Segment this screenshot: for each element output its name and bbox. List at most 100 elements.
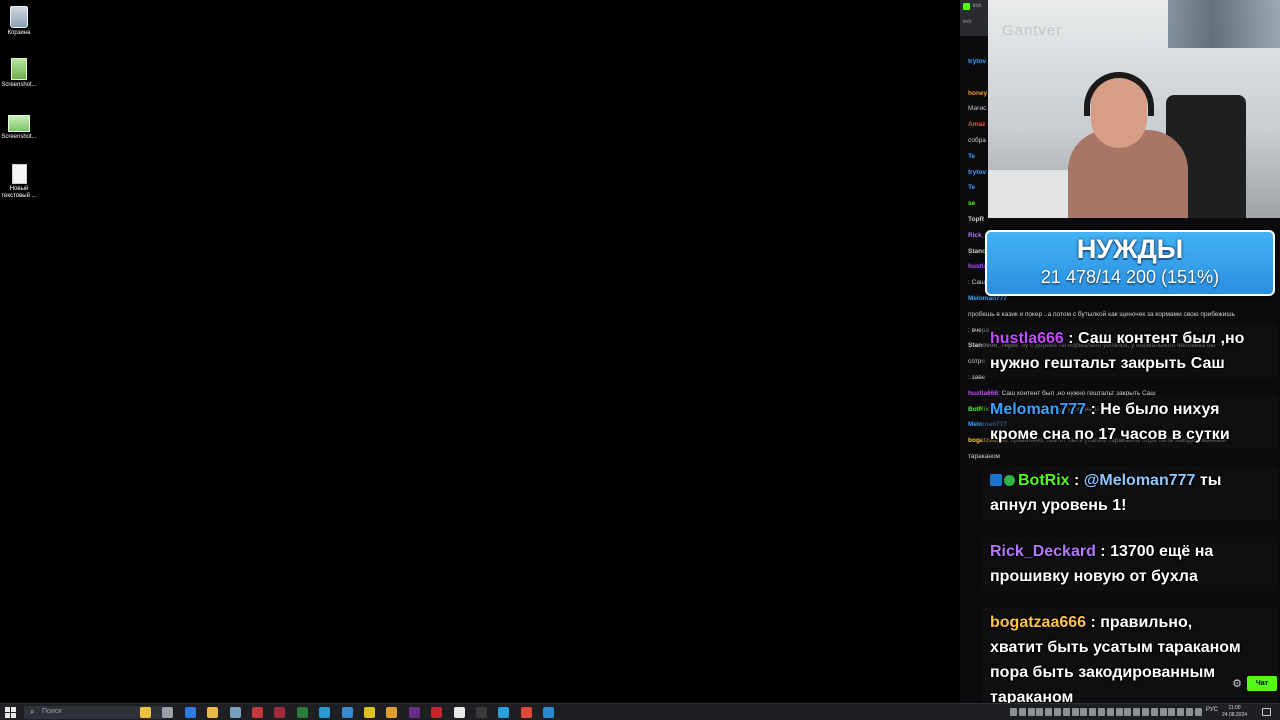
tray-icon[interactable] — [1186, 708, 1193, 716]
desktop-icon-label: Корзина — [7, 30, 31, 36]
chat-feed-username[interactable]: Te — [968, 184, 975, 191]
desktop-icon-screenshot-1[interactable]: Screenshot... — [0, 58, 38, 89]
app-blue-icon[interactable] — [543, 707, 555, 718]
wall-logo-text: Gantver — [1002, 22, 1063, 39]
taskbar: ⌕ Поиск РУС 11:00 24.08.2024 — [0, 703, 1280, 720]
overlay-username: BotRix — [1018, 472, 1070, 489]
explorer-icon[interactable] — [207, 707, 219, 718]
headset — [1084, 72, 1154, 116]
tray-icon[interactable] — [1150, 708, 1158, 716]
tray-icon[interactable] — [1062, 708, 1070, 716]
browser-tab[interactable]: kick — [973, 3, 982, 9]
overlay-username: hustla666 — [990, 330, 1064, 347]
windows-start-icon[interactable] — [5, 707, 16, 718]
overlay-text: 13700 ещё на — [1110, 543, 1214, 560]
browser-icon[interactable] — [184, 707, 196, 718]
folder-icon[interactable] — [386, 707, 398, 718]
overlay-text: ты — [1199, 472, 1222, 489]
overlay-line: нужно гештальт закрыть Саш — [990, 355, 1225, 372]
tray-icon[interactable] — [1054, 708, 1061, 716]
overlay-username: bogatzaa666 — [990, 614, 1087, 631]
tray-icon[interactable] — [1115, 708, 1123, 716]
tray-icon[interactable] — [1177, 708, 1185, 716]
tray-icon[interactable] — [1027, 708, 1035, 716]
language-indicator[interactable]: РУС — [1206, 707, 1218, 713]
app-yellow-icon[interactable] — [364, 707, 375, 718]
chat-feed-text: собра — [968, 136, 986, 144]
terminal-icon[interactable] — [296, 707, 308, 718]
desktop-icon-recycle-bin[interactable]: Корзина — [0, 6, 38, 37]
tray-icon[interactable] — [1080, 708, 1088, 716]
chat-feed-line: Meloman777 — [960, 295, 1280, 311]
tray-icon[interactable] — [1010, 708, 1017, 716]
copilot-icon[interactable] — [140, 707, 151, 718]
chat-feed-username[interactable]: trytov — [968, 58, 986, 65]
chat-feed-username[interactable]: honey — [968, 90, 987, 97]
chat-send-button[interactable]: Чат — [1247, 676, 1277, 691]
overlay-message: BotRix : @Meloman777 ты апнул уровень 1! — [982, 466, 1278, 520]
overlay-line: BotRix : @Meloman777 ты — [990, 468, 1272, 493]
notepad-icon[interactable] — [341, 707, 353, 718]
search-icon: ⌕ — [30, 707, 35, 716]
tray-icon[interactable] — [1098, 708, 1105, 716]
overlay-line: bogatzaa666 : правильно, — [990, 614, 1193, 631]
tray-icon[interactable] — [1071, 708, 1079, 716]
taskbar-clock[interactable]: 11:00 24.08.2024 — [1222, 705, 1247, 719]
overlay-message: Meloman777 : Не было нихуя кроме сна по … — [982, 395, 1278, 449]
overlay-message: Rick_Deckard : 13700 ещё на прошивку нов… — [982, 537, 1278, 591]
tray-icon[interactable] — [1036, 708, 1044, 716]
gear-icon[interactable]: ⚙ — [1231, 678, 1243, 690]
app-64-icon[interactable] — [252, 707, 263, 718]
text-file-icon — [11, 164, 27, 184]
overlay-line: прошивку новую от бухла — [990, 568, 1198, 585]
tray-icon[interactable] — [1089, 708, 1097, 716]
tray-icon[interactable] — [1018, 708, 1026, 716]
tray-icon[interactable] — [1168, 708, 1176, 716]
edge-icon[interactable] — [319, 707, 331, 718]
task-view-icon[interactable] — [162, 707, 174, 718]
address-bar[interactable]: kick — [963, 19, 972, 25]
desktop-icon-label: Screenshot... — [1, 134, 37, 140]
webcam-feed: Gantver — [988, 0, 1280, 218]
clothes-rack — [1168, 0, 1280, 48]
tray-icon[interactable] — [1133, 708, 1141, 716]
overlay-text: Саш контент был ,но — [1078, 330, 1245, 347]
desktop-icon-screenshot-2[interactable]: Screenshot... — [0, 115, 38, 141]
chat-feed-username[interactable]: Amaz — [968, 121, 985, 128]
desktop-icon-text-file[interactable]: Новый текстовый ... — [0, 164, 38, 200]
tray-icon[interactable] — [1106, 708, 1114, 716]
overlay-text: правильно, — [1100, 614, 1193, 631]
tray-icon[interactable] — [1194, 708, 1202, 716]
overlay-line: хватит быть усатым тараканом — [990, 639, 1241, 656]
goal-value: 21 478/14 200 (151%) — [1040, 267, 1220, 287]
h-icon[interactable] — [453, 707, 465, 718]
tool-icon[interactable] — [229, 707, 241, 718]
tray-icon[interactable] — [1159, 708, 1167, 716]
chat-feed-username[interactable]: TopR — [968, 216, 984, 223]
telegram-icon[interactable] — [498, 707, 510, 718]
image-file-icon — [11, 58, 27, 80]
notifications-icon[interactable] — [1262, 708, 1271, 716]
chat-feed-username[interactable]: se — [968, 200, 975, 207]
chat-controls: ⚙ Чат — [1221, 676, 1277, 692]
overlay-line: апнул уровень 1! — [990, 497, 1127, 514]
app-dark-icon[interactable] — [476, 707, 487, 718]
app-x-icon[interactable] — [431, 707, 443, 718]
chat-feed-username[interactable]: Te — [968, 153, 975, 160]
tray-icon[interactable] — [1045, 708, 1053, 716]
tray-icon[interactable] — [1124, 708, 1132, 716]
app-red-icon[interactable] — [274, 707, 286, 718]
overlay-username: Rick_Deckard — [990, 543, 1096, 560]
app-purple-icon[interactable] — [408, 707, 420, 718]
image-file-icon — [8, 115, 30, 132]
chat-feed-username[interactable]: Meloman777 — [968, 295, 1007, 302]
verified-check-icon — [1004, 475, 1015, 486]
chrome-icon[interactable] — [520, 707, 532, 718]
chat-feed-username[interactable]: trytov — [968, 169, 986, 176]
overlay-line: hustla666 : Саш контент был ,но — [990, 330, 1245, 347]
tray-icon[interactable] — [1142, 708, 1149, 716]
chat-feed-text: Магис — [968, 105, 987, 113]
overlay-text: Не было нихуя — [1100, 401, 1220, 418]
overlay-line: Meloman777 : Не было нихуя — [990, 401, 1220, 418]
bot-badge-icon — [990, 474, 1002, 486]
